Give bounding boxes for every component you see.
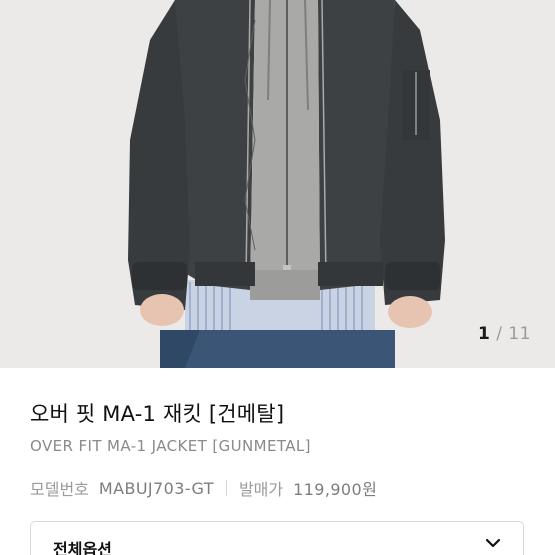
product-meta: 모델번호 MABUJ703-GT 발매가 119,900원 bbox=[30, 476, 377, 500]
chevron-down-icon bbox=[485, 538, 501, 548]
product-title: 오버 핏 MA-1 재킷 [건메탈] bbox=[30, 402, 285, 426]
image-counter-total: 11 bbox=[508, 324, 531, 344]
options-label: 전체옵션 bbox=[53, 540, 112, 555]
image-counter: 1 / 11 bbox=[478, 324, 531, 344]
product-image-carousel[interactable]: 1 / 11 bbox=[0, 0, 555, 368]
meta-divider bbox=[225, 480, 227, 496]
product-photo bbox=[0, 0, 555, 368]
model-number-value: MABUJ703-GT bbox=[98, 478, 214, 498]
release-price-value: 119,900원 bbox=[293, 480, 378, 499]
product-subtitle: OVER FIT MA-1 JACKET [GUNMETAL] bbox=[30, 437, 311, 455]
image-counter-separator: / bbox=[496, 324, 503, 344]
release-price-label: 발매가 bbox=[238, 480, 284, 499]
options-select[interactable]: 전체옵션 bbox=[30, 521, 524, 555]
product-page: 1 / 11 오버 핏 MA-1 재킷 [건메탈] OVER FIT MA-1 … bbox=[0, 0, 555, 555]
model-number-label: 모델번호 bbox=[30, 480, 89, 499]
product-info: 오버 핏 MA-1 재킷 [건메탈] OVER FIT MA-1 JACKET … bbox=[0, 368, 555, 555]
image-counter-current: 1 bbox=[477, 324, 491, 344]
